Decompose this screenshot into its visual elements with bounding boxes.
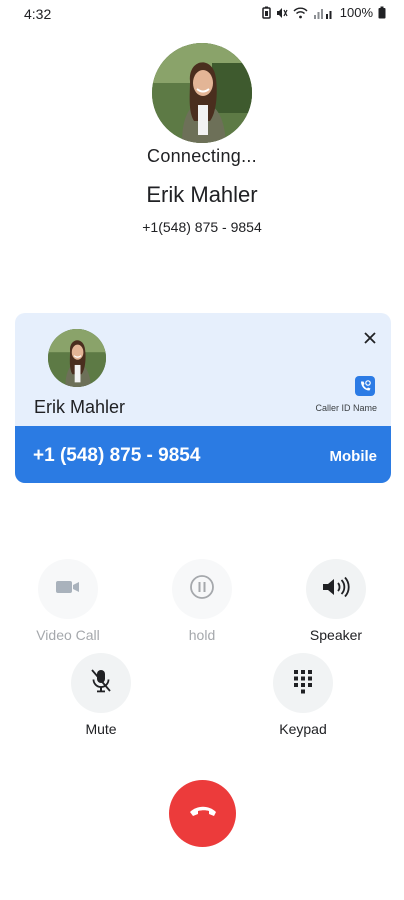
dialpad-icon [292,668,314,699]
video-call-button[interactable] [38,559,98,619]
close-icon[interactable] [359,327,381,349]
status-time: 4:32 [24,6,52,22]
pause-icon [189,574,215,605]
status-icons: 100% [262,5,386,20]
speaker-button[interactable] [306,559,366,619]
mute-notification-icon [276,7,288,19]
speaker-icon [321,576,351,603]
call-status: Connecting... [147,146,257,166]
caller-name: Erik Mahler [146,182,258,207]
hold-label: hold [188,627,216,643]
battery-icon [378,6,386,19]
keypad-button[interactable] [273,653,333,713]
caller-id-app-icon [355,376,375,396]
card-caller-name: Erik Mahler [34,397,126,417]
caller-id-card[interactable]: Erik Mahler Caller ID Name +1 (548) 875 … [15,313,391,483]
battery-percent: 100% [339,5,373,20]
mute-button[interactable] [71,653,131,713]
hold-button[interactable] [172,559,232,619]
card-avatar [48,329,106,387]
video-call-control[interactable]: Video Call [18,559,118,643]
mute-label: Mute [85,721,117,737]
caller-avatar [152,43,252,143]
card-number-bar: +1 (548) 875 - 9854 Mobile [15,426,391,483]
signal-icon [313,7,335,19]
end-call-icon [188,804,218,823]
card-number-type: Mobile [329,448,378,465]
hold-control[interactable]: hold [152,559,252,643]
caller-number: +1(548) 875 - 9854 [142,219,262,235]
video-call-label: Video Call [36,627,100,643]
keypad-label: Keypad [279,721,327,737]
speaker-label: Speaker [309,627,363,643]
wifi-icon [293,7,308,19]
mic-off-icon [89,668,113,699]
status-bar: 4:32 100% [0,0,404,26]
keypad-control[interactable]: Keypad [253,653,353,737]
mute-control[interactable]: Mute [51,653,151,737]
card-number: +1 (548) 875 - 9854 [33,445,201,466]
video-camera-icon [55,578,81,601]
speaker-control[interactable]: Speaker [286,559,386,643]
caller-id-app-label: Caller ID Name [315,403,377,413]
end-call-button[interactable] [169,780,236,847]
battery-saver-icon [262,6,271,19]
